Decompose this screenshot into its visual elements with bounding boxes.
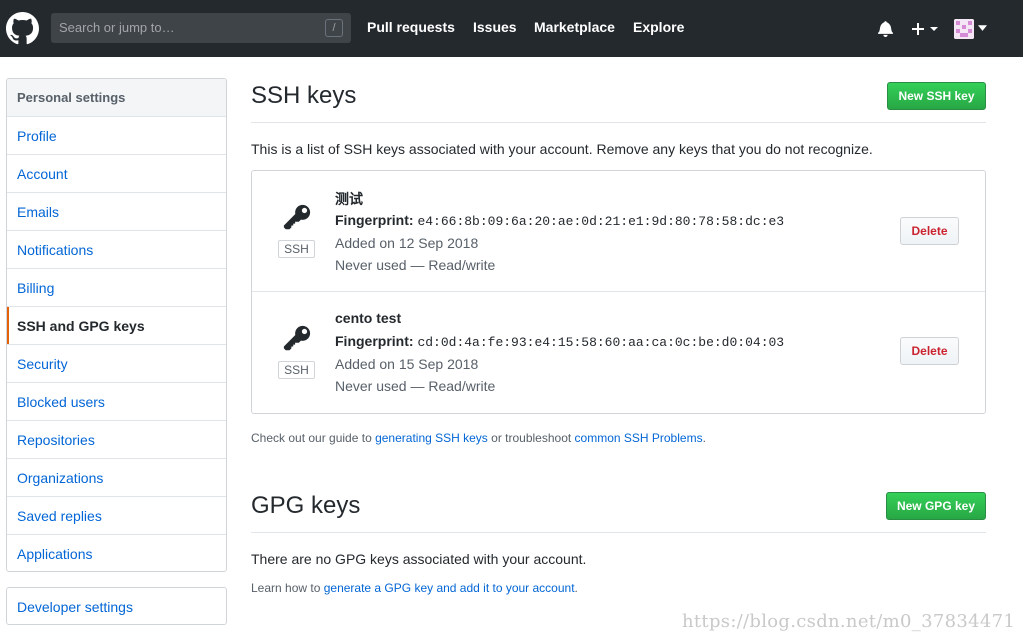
github-logo-icon[interactable] (6, 12, 39, 45)
fingerprint-value: e4:66:8b:09:6a:20:ae:0d:21:e1:9d:80:78:5… (417, 214, 785, 229)
new-ssh-key-button[interactable]: New SSH key (887, 82, 986, 110)
delete-ssh-key-button[interactable]: Delete (900, 217, 959, 245)
search-shortcut-hint: / (325, 19, 343, 37)
generating-ssh-keys-link[interactable]: generating SSH keys (375, 431, 488, 445)
ssh-key-title: cento test (335, 310, 402, 326)
generate-gpg-key-link[interactable]: generate a GPG key and add it to your ac… (324, 581, 575, 595)
plus-dropdown-icon[interactable] (910, 21, 940, 37)
key-icon (283, 325, 311, 351)
ssh-key-usage: Never used — Read/write (335, 257, 496, 273)
sidebar-item-developer-settings[interactable]: Developer settings (6, 587, 227, 625)
new-gpg-key-button[interactable]: New GPG key (886, 492, 986, 520)
sidebar-item-organizations[interactable]: Organizations (7, 459, 226, 497)
sidebar-item-blocked-users[interactable]: Blocked users (7, 383, 226, 421)
guide-middle: or troubleshoot (487, 431, 575, 445)
common-ssh-problems-link[interactable]: common SSH Problems (575, 431, 703, 445)
nav-marketplace[interactable]: Marketplace (534, 19, 615, 35)
settings-sidebar: Personal settings Profile Account Emails… (6, 78, 227, 572)
divider (251, 532, 986, 533)
sidebar-item-saved-replies[interactable]: Saved replies (7, 497, 226, 535)
ssh-key-usage: Never used — Read/write (335, 378, 496, 394)
ssh-keys-title: SSH keys (251, 82, 357, 109)
learn-prefix: Learn how to (251, 581, 324, 595)
ssh-key-title: 测试 (335, 191, 363, 207)
guide-suffix: . (702, 431, 706, 445)
bell-icon[interactable] (878, 20, 893, 37)
ssh-key-added-date: Added on 15 Sep 2018 (335, 356, 479, 372)
key-icon (283, 204, 311, 230)
nav-pull-requests[interactable]: Pull requests (367, 19, 455, 35)
ssh-key-row: SSH cento test Fingerprint: cd:0d:4a:fe:… (252, 292, 985, 413)
sidebar-item-billing[interactable]: Billing (7, 269, 226, 307)
fingerprint-label: Fingerprint: (335, 212, 414, 228)
sidebar-heading: Personal settings (7, 79, 226, 117)
fingerprint-label: Fingerprint: (335, 333, 414, 349)
ssh-key-fingerprint: Fingerprint: cd:0d:4a:fe:93:e4:15:58:60:… (335, 333, 784, 350)
nav-issues[interactable]: Issues (473, 19, 517, 35)
delete-ssh-key-button[interactable]: Delete (900, 337, 959, 365)
sidebar-item-repositories[interactable]: Repositories (7, 421, 226, 459)
sidebar-item-emails[interactable]: Emails (7, 193, 226, 231)
watermark: https://blog.csdn.net/m0_37834471 (682, 611, 1016, 632)
gpg-learn-text: Learn how to generate a GPG key and add … (251, 581, 578, 595)
learn-suffix: . (574, 581, 578, 595)
ssh-key-added-date: Added on 12 Sep 2018 (335, 235, 479, 251)
chevron-down-icon[interactable] (978, 25, 987, 31)
avatar[interactable] (954, 19, 974, 39)
search-placeholder: Search or jump to… (59, 20, 175, 35)
search-input[interactable]: Search or jump to… / (51, 13, 351, 43)
ssh-badge: SSH (278, 240, 315, 258)
sidebar-item-account[interactable]: Account (7, 155, 226, 193)
sidebar-item-applications[interactable]: Applications (7, 535, 226, 571)
sidebar-item-profile[interactable]: Profile (7, 117, 226, 155)
ssh-key-row: SSH 测试 Fingerprint: e4:66:8b:09:6a:20:ae… (252, 171, 985, 292)
ssh-key-fingerprint: Fingerprint: e4:66:8b:09:6a:20:ae:0d:21:… (335, 212, 784, 229)
ssh-description: This is a list of SSH keys associated wi… (251, 141, 873, 157)
sidebar-item-security[interactable]: Security (7, 345, 226, 383)
gpg-keys-title: GPG keys (251, 492, 361, 519)
top-header: Search or jump to… / Pull requests Issue… (0, 0, 1023, 57)
sidebar-item-notifications[interactable]: Notifications (7, 231, 226, 269)
sidebar-item-ssh-gpg-keys[interactable]: SSH and GPG keys (7, 307, 226, 345)
ssh-guide-text: Check out our guide to generating SSH ke… (251, 431, 706, 445)
fingerprint-value: cd:0d:4a:fe:93:e4:15:58:60:aa:ca:0c:be:d… (417, 335, 785, 350)
ssh-key-list: SSH 测试 Fingerprint: e4:66:8b:09:6a:20:ae… (251, 170, 986, 414)
gpg-empty-message: There are no GPG keys associated with yo… (251, 551, 587, 567)
divider (251, 122, 986, 123)
guide-prefix: Check out our guide to (251, 431, 376, 445)
ssh-badge: SSH (278, 361, 315, 379)
nav-explore[interactable]: Explore (633, 19, 684, 35)
